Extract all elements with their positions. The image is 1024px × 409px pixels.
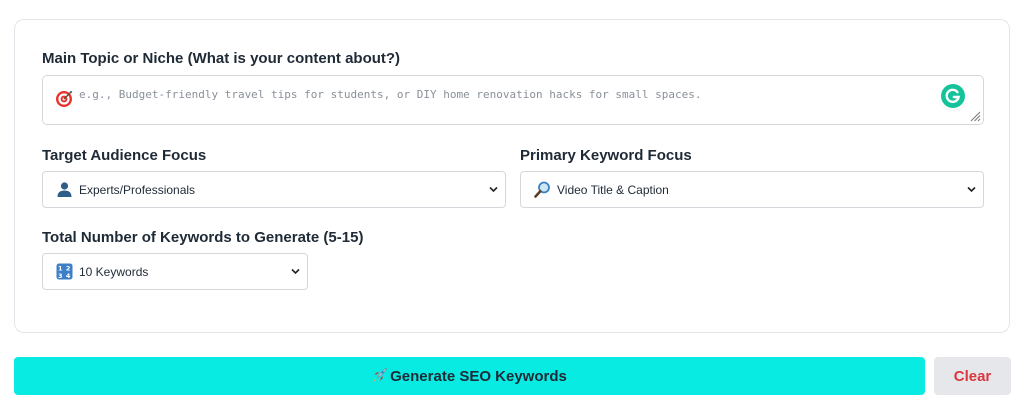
- topic-label: Main Topic or Niche (What is your conten…: [42, 50, 401, 67]
- generate-button-label: Generate SEO Keywords: [390, 368, 567, 385]
- rocket-icon: [373, 367, 388, 382]
- clear-button-label: Clear: [953, 368, 992, 385]
- topic-textarea[interactable]: e.g., Budget-friendly travel tips for st…: [42, 75, 984, 125]
- audience-select[interactable]: Experts/Professionals: [42, 171, 506, 208]
- magnifier-icon: [534, 181, 550, 198]
- audience-value: Experts/Professionals: [79, 183, 196, 197]
- generate-button-content: Generate SEO Keywords: [14, 367, 925, 385]
- numbers-icon: 1 2 3 4: [56, 263, 73, 280]
- count-label: Total Number of Keywords to Generate (5-…: [42, 229, 364, 246]
- audience-label: Target Audience Focus: [42, 147, 207, 164]
- target-icon: [56, 91, 72, 107]
- clear-button[interactable]: Clear: [934, 357, 1011, 395]
- count-value: 10 Keywords: [79, 265, 149, 279]
- topic-placeholder: e.g., Budget-friendly travel tips for st…: [79, 88, 702, 101]
- chevron-down-icon: [489, 186, 498, 193]
- chevron-down-icon: [291, 268, 300, 275]
- person-icon: [57, 182, 72, 197]
- resize-handle-icon[interactable]: [969, 110, 981, 122]
- svg-text:3: 3: [58, 272, 63, 280]
- generate-seo-keywords-button[interactable]: Generate SEO Keywords: [14, 357, 925, 395]
- keyword-focus-label: Primary Keyword Focus: [520, 147, 692, 164]
- grammarly-g-icon: [945, 88, 961, 104]
- grammarly-icon[interactable]: [941, 84, 965, 108]
- count-select[interactable]: 1 2 3 4 10 Keywords: [42, 253, 308, 290]
- svg-text:4: 4: [66, 272, 71, 280]
- keyword-focus-select[interactable]: Video Title & Caption: [520, 171, 984, 208]
- keyword-focus-value: Video Title & Caption: [557, 183, 669, 197]
- chevron-down-icon: [967, 186, 976, 193]
